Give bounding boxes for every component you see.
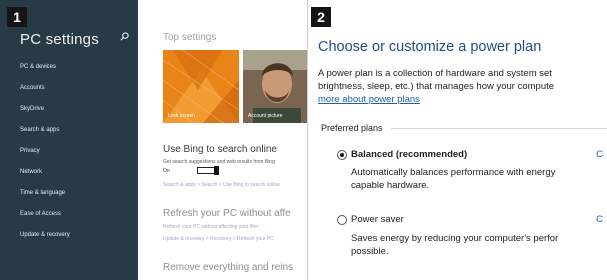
more-about-power-plans-link[interactable]: more about power plans [318,93,554,106]
nav-item-network[interactable]: Network [20,169,70,190]
bing-toggle-switch[interactable] [197,166,219,175]
power-saver-desc-line-2: possible. [351,246,389,257]
pc-settings-nav: PC & devices Accounts SkyDrive Search & … [20,64,70,253]
power-saver-plan-description: Saves energy by reducing your computer's… [351,232,558,258]
lock-screen-tile[interactable]: Lock screen [163,50,239,123]
balanced-desc-line-1: Automatically balances performance with … [351,167,556,178]
pc-settings-main: Top settings Lock screen Account picture… [138,0,307,280]
description-line-1: A power plan is a collection of hardware… [318,68,552,79]
preferred-plans-label: Preferred plans [321,123,383,133]
nav-item-pc-devices[interactable]: PC & devices [20,64,70,85]
power-plan-screenshot: Choose or customize a power plan A power… [307,0,607,280]
balanced-plan-description: Automatically balances performance with … [351,166,555,192]
group-divider [390,127,607,129]
top-settings-heading: Top settings [163,32,217,43]
balanced-desc-line-2: capable hardware. [351,180,430,191]
balanced-change-settings-link[interactable]: C [596,149,603,160]
power-saver-desc-line-1: Saves energy by reducing your computer's… [351,233,559,244]
account-picture-tile[interactable]: Account picture [243,50,307,123]
toggle-knob [214,166,219,175]
nav-item-ease-of-access[interactable]: Ease of Access [20,211,70,232]
nav-item-accounts[interactable]: Accounts [20,85,70,106]
refresh-setting-description: Refresh your PC without affecting your f… [163,224,259,230]
bing-setting-description: Get search suggestions and web results f… [163,159,275,165]
search-icon[interactable] [120,32,129,41]
lock-screen-label: Lock screen [168,113,195,119]
nav-item-skydrive[interactable]: SkyDrive [20,106,70,127]
bing-toggle-label: On [163,167,170,174]
preferred-plans-group-header: Preferred plans [321,123,607,133]
description-line-2: brightness, sleep, etc.) that manages ho… [318,81,555,92]
power-saver-plan-name[interactable]: Power saver [351,214,404,225]
nav-item-privacy[interactable]: Privacy [20,148,70,169]
refresh-setting-heading: Refresh your PC without affe [163,208,291,219]
step-badge-1: 1 [7,7,27,27]
nav-item-time-language[interactable]: Time & language [20,190,70,211]
pc-settings-screenshot: PC settings PC & devices Accounts SkyDri… [0,0,307,280]
bing-toggle-row: On [163,166,219,175]
power-plan-title: Choose or customize a power plan [318,39,542,55]
pc-settings-title: PC settings [20,31,99,48]
bing-setting-heading: Use Bing to search online [163,144,277,155]
balanced-plan-name[interactable]: Balanced (recommended) [351,149,467,160]
nav-item-search-apps[interactable]: Search & apps [20,127,70,148]
refresh-setting-breadcrumb[interactable]: Update & recovery > Recovery > Refresh y… [163,236,274,242]
balanced-radio[interactable] [337,150,347,160]
account-picture-label: Account picture [248,113,283,119]
remove-setting-heading: Remove everything and reins [163,262,294,273]
power-plan-description: A power plan is a collection of hardware… [318,67,554,106]
power-saver-change-settings-link[interactable]: C [596,214,603,225]
toggle-track [199,169,212,172]
step-badge-2: 2 [311,7,331,27]
nav-item-update-recovery[interactable]: Update & recovery [20,232,70,253]
pc-settings-sidebar: PC settings PC & devices Accounts SkyDri… [0,0,138,280]
power-saver-radio[interactable] [337,215,347,225]
bing-setting-breadcrumb[interactable]: Search & apps > Search > Use Bing to sea… [163,182,280,188]
